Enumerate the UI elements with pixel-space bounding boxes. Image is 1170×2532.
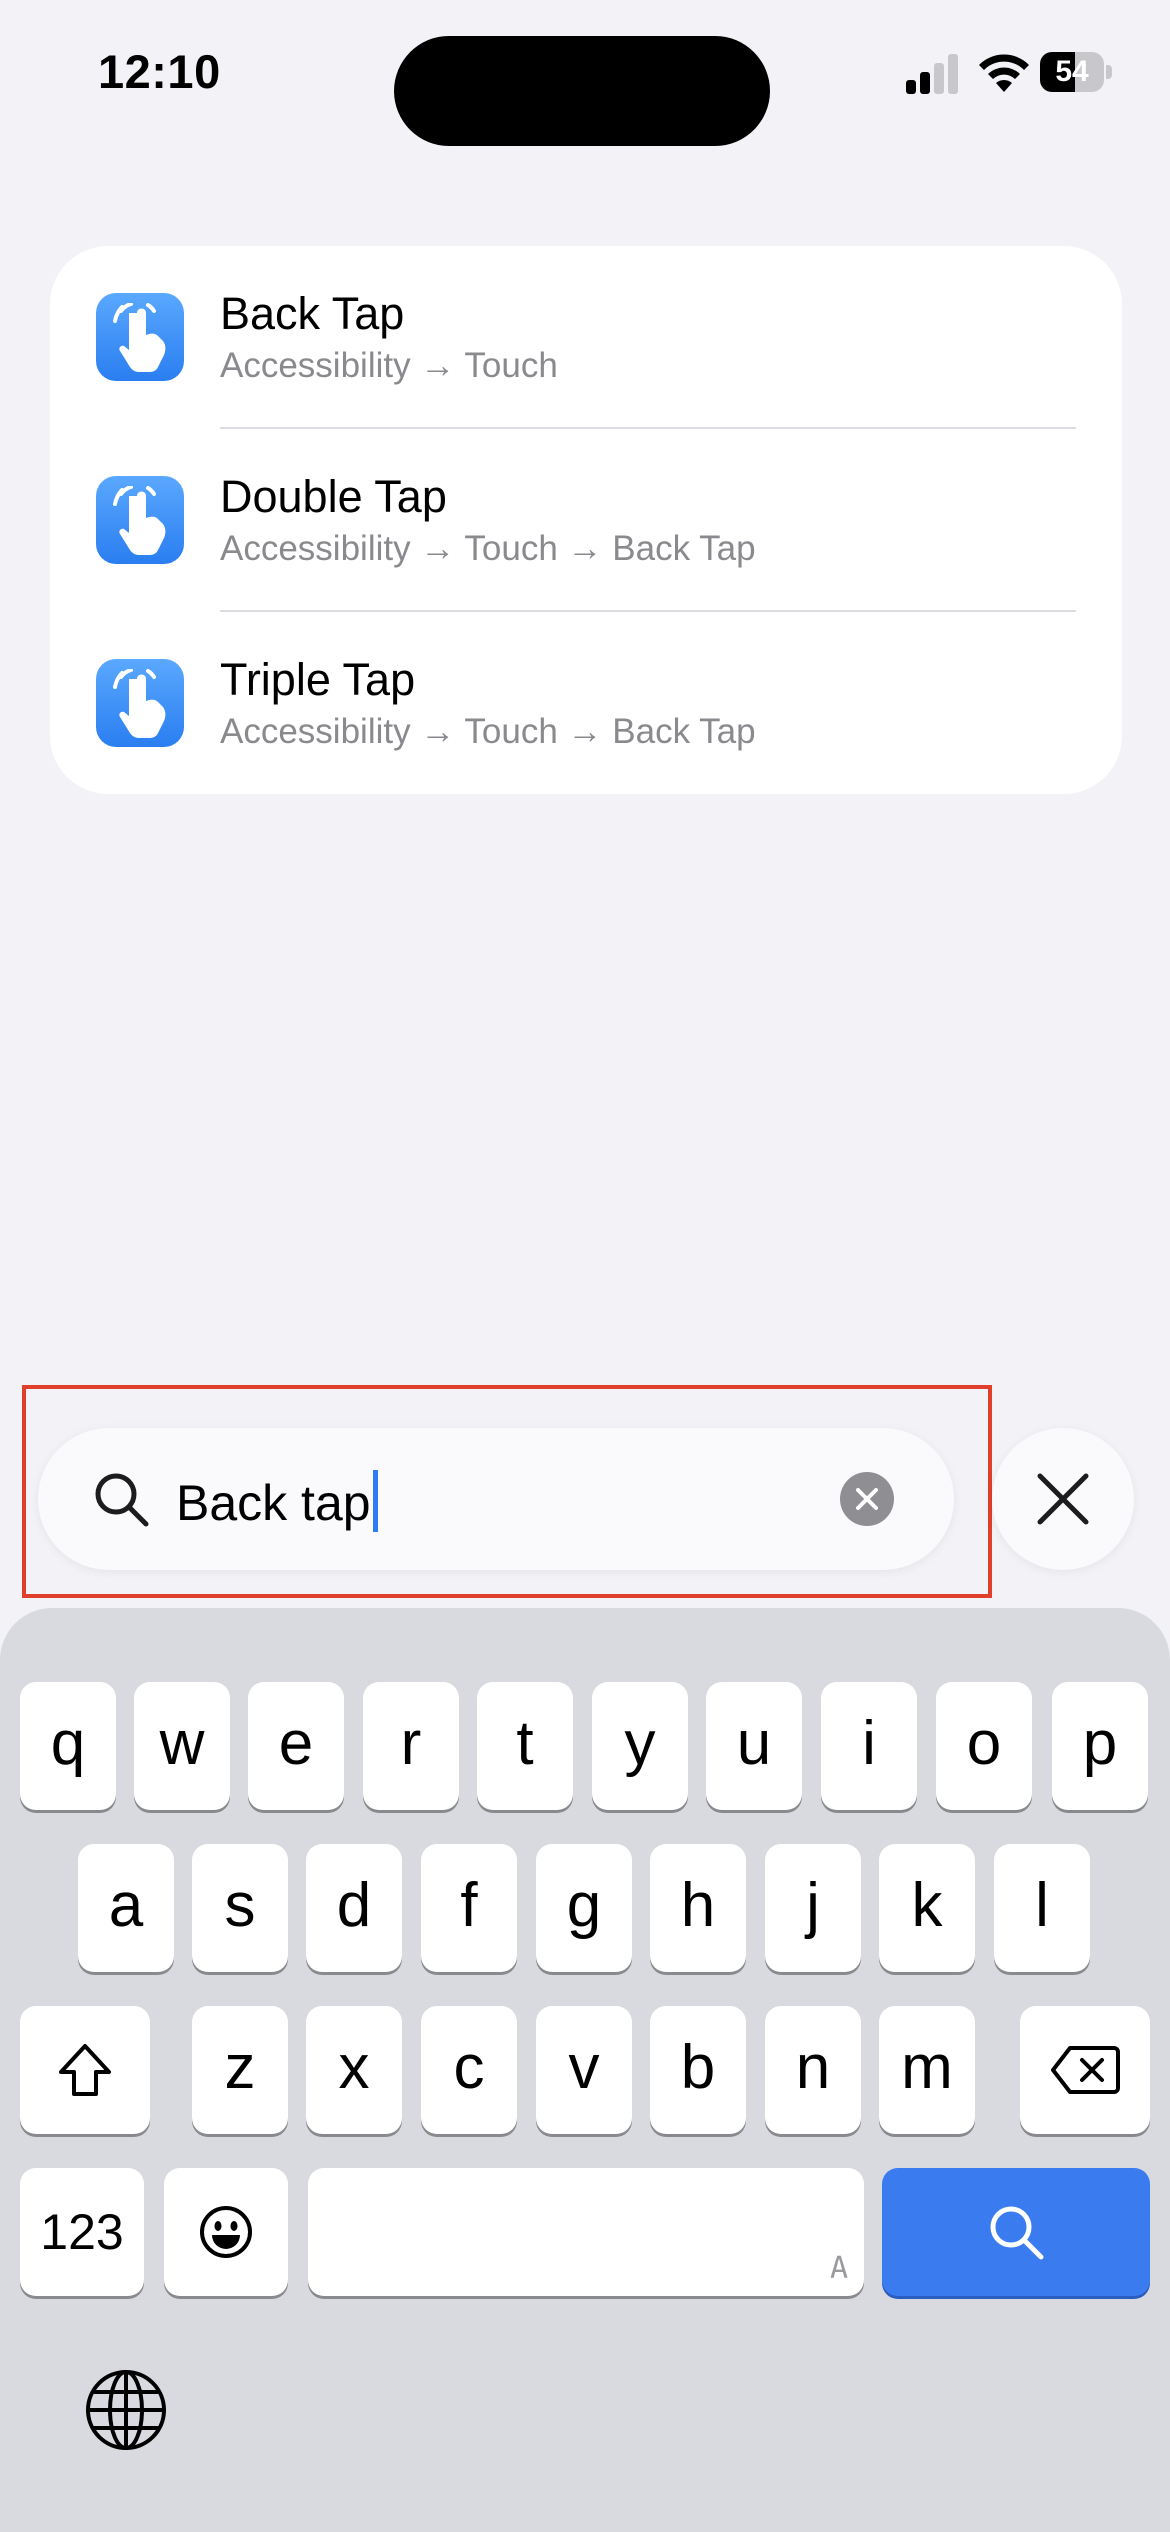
search-input[interactable]: Back tap [38, 1428, 954, 1570]
key-label: j [806, 1871, 820, 1940]
accessibility-touch-icon [96, 293, 184, 381]
dynamic-island [394, 36, 770, 146]
status-time: 12:10 [98, 45, 221, 98]
key-label: d [336, 1871, 372, 1940]
delete-icon [1051, 2046, 1120, 2094]
accessibility-touch-icon [96, 476, 184, 564]
key-v[interactable]: v [536, 2006, 632, 2134]
search-result-back-tap[interactable]: Back Tap Accessibility → Touch [50, 246, 1122, 429]
text-cursor [372, 1470, 378, 1532]
key-label: t [516, 1709, 534, 1778]
shift-key[interactable] [20, 2006, 150, 2134]
key-b[interactable]: b [650, 2006, 746, 2134]
key-label: v [568, 2033, 600, 2102]
search-query: Back tap [176, 1470, 378, 1532]
key-label: a [108, 1871, 144, 1940]
key-label: c [453, 2033, 485, 2102]
key-y[interactable]: y [592, 1682, 688, 1810]
cancel-search-button[interactable] [992, 1428, 1134, 1570]
key-label: w [159, 1709, 205, 1778]
delete-key[interactable] [1020, 2006, 1150, 2134]
key-e[interactable]: e [248, 1682, 344, 1810]
clear-circle-icon[interactable] [840, 1472, 894, 1526]
key-label: p [1082, 1709, 1118, 1778]
key-u[interactable]: u [706, 1682, 802, 1810]
search-icon [95, 1473, 149, 1527]
key-d[interactable]: d [306, 1844, 402, 1972]
battery-indicator: 54 [1040, 52, 1112, 92]
key-label: y [624, 1709, 656, 1778]
cellular-signal-icon [906, 54, 958, 94]
accessibility-touch-icon [96, 659, 184, 747]
shift-icon [59, 2044, 111, 2096]
result-path: Accessibility → Touch → Back Tap [220, 529, 756, 568]
key-label: x [338, 2033, 370, 2102]
key-label: u [736, 1709, 772, 1778]
key-l[interactable]: l [994, 1844, 1090, 1972]
result-path: Accessibility → Touch [220, 346, 558, 385]
key-m[interactable]: m [879, 2006, 975, 2134]
battery-level: 54 [1055, 55, 1089, 88]
key-g[interactable]: g [536, 1844, 632, 1972]
key-o[interactable]: o [936, 1682, 1032, 1810]
key-label: b [680, 2033, 716, 2102]
search-icon [990, 2206, 1044, 2260]
globe-icon[interactable] [84, 2368, 168, 2452]
key-label: 123 [40, 2204, 124, 2260]
key-label: q [50, 1709, 86, 1778]
space-key[interactable]: A [308, 2168, 864, 2296]
key-a[interactable]: a [78, 1844, 174, 1972]
close-icon [1037, 1473, 1089, 1525]
result-path: Accessibility → Touch → Back Tap [220, 712, 756, 751]
search-result-triple-tap[interactable]: Triple Tap Accessibility → Touch → Back … [50, 612, 1122, 795]
key-f[interactable]: f [421, 1844, 517, 1972]
key-label: g [566, 1871, 602, 1940]
key-label: f [460, 1871, 478, 1940]
key-label: r [400, 1709, 422, 1778]
key-x[interactable]: x [306, 2006, 402, 2134]
key-label: n [795, 2033, 831, 2102]
key-label: k [911, 1871, 943, 1940]
search-key[interactable] [882, 2168, 1150, 2296]
key-label: e [278, 1709, 314, 1778]
key-c[interactable]: c [421, 2006, 517, 2134]
key-k[interactable]: k [879, 1844, 975, 1972]
key-h[interactable]: h [650, 1844, 746, 1972]
search-result-double-tap[interactable]: Double Tap Accessibility → Touch → Back … [50, 429, 1122, 612]
key-label: z [224, 2033, 256, 2102]
key-n[interactable]: n [765, 2006, 861, 2134]
key-w[interactable]: w [134, 1682, 230, 1810]
key-s[interactable]: s [192, 1844, 288, 1972]
search-results-list: Back Tap Accessibility → Touch Double Ta… [50, 246, 1122, 794]
key-t[interactable]: t [477, 1682, 573, 1810]
key-i[interactable]: i [821, 1682, 917, 1810]
key-label: i [862, 1709, 876, 1778]
key-q[interactable]: q [20, 1682, 116, 1810]
key-label: h [680, 1871, 716, 1940]
key-label: l [1035, 1871, 1049, 1940]
key-j[interactable]: j [765, 1844, 861, 1972]
result-title: Back Tap [220, 288, 405, 339]
emoji-icon [200, 2206, 252, 2258]
settings-search-screen: 12:10 54 Back Tap Accessibility → Touch [0, 0, 1170, 2532]
key-r[interactable]: r [363, 1682, 459, 1810]
result-title: Double Tap [220, 471, 447, 522]
wifi-icon [979, 54, 1029, 92]
result-title: Triple Tap [220, 654, 416, 705]
key-p[interactable]: p [1052, 1682, 1148, 1810]
key-label: o [966, 1709, 1002, 1778]
space-key-hint: A [829, 2251, 848, 2286]
key-label: s [224, 1871, 256, 1940]
key-z[interactable]: z [192, 2006, 288, 2134]
key-label: m [901, 2033, 953, 2102]
numbers-key[interactable]: 123 [20, 2168, 144, 2296]
emoji-key[interactable] [164, 2168, 288, 2296]
